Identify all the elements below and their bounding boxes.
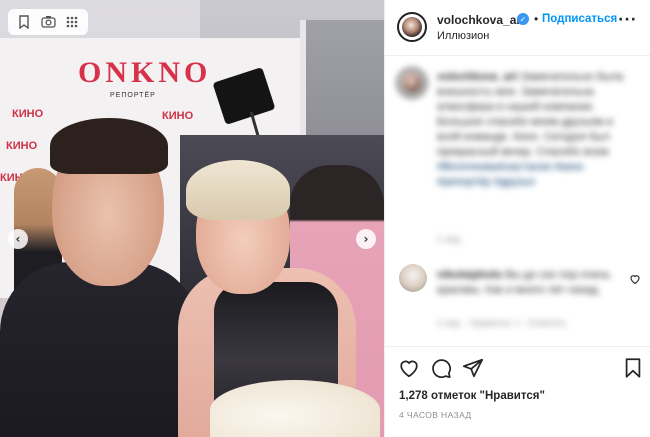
comment-like-heart-icon[interactable] (629, 272, 641, 290)
carousel-next-button[interactable]: › (356, 229, 376, 249)
press-wall-brand-logo: ONKNO (78, 56, 212, 89)
more-options-icon[interactable]: ··· (618, 12, 637, 28)
author-username[interactable]: volochkova_art (437, 13, 525, 27)
bouquet (210, 380, 380, 437)
woman-hair (186, 160, 290, 220)
verified-badge-icon: ✓ (517, 13, 529, 25)
man-hair (50, 118, 168, 174)
post-caption: volochkova_art Замечательно была внешнос… (437, 70, 629, 190)
header-separator: • (534, 12, 539, 26)
bookmark-icon[interactable] (15, 13, 33, 31)
follow-button[interactable]: Подписаться (542, 13, 617, 25)
post-photo[interactable]: ONKNO РЕПОРТЁР КИНО КИНО КИНО КИНО КИНО … (0, 0, 384, 437)
comments-section[interactable]: volochkova_art Замечательно была внешнос… (385, 56, 650, 346)
save-icon[interactable] (622, 357, 644, 379)
post-timestamp[interactable]: 4 ЧАСОВ НАЗАД (399, 410, 472, 420)
heart-icon[interactable] (398, 357, 420, 379)
author-avatar[interactable] (397, 12, 427, 42)
man-jacket (0, 262, 200, 437)
image-toolbar (8, 9, 88, 35)
caption-author-avatar[interactable] (397, 68, 427, 98)
comment: nikolaiphoto Вы до сих пор очень красивы… (437, 268, 617, 298)
comment-meta: 1 нед. · Нравится: 1 · Ответить (437, 318, 567, 328)
press-wall-logo: КИНО (12, 108, 44, 120)
chevron-left-icon: ‹ (15, 232, 21, 246)
post-actions: 1,278 отметок "Нравится" 4 ЧАСОВ НАЗАД (385, 346, 650, 437)
press-wall-brand-sub: РЕПОРТЁР (110, 92, 156, 99)
press-wall-logo: КИНО (6, 140, 38, 152)
commenter-avatar[interactable] (399, 264, 427, 292)
press-wall-logo: КИНО (162, 110, 194, 122)
caption-text: Замечательно была внешность моя. Замечат… (437, 71, 624, 158)
caption-author[interactable]: volochkova_art (437, 71, 518, 83)
caption-age: 1 нед. (437, 234, 463, 244)
visual-search-icon[interactable] (39, 13, 57, 31)
share-icon[interactable] (462, 357, 484, 379)
comment-icon[interactable] (430, 357, 452, 379)
post-header: volochkova_art ✓ • Подписаться Иллюзион … (385, 0, 650, 56)
carousel-prev-button[interactable]: ‹ (8, 229, 28, 249)
commenter-username[interactable]: nikolaiphoto (437, 269, 502, 281)
chevron-right-icon: › (363, 232, 369, 246)
post-location[interactable]: Иллюзион (437, 30, 489, 42)
post-sidebar: volochkova_art ✓ • Подписаться Иллюзион … (384, 0, 650, 437)
caption-tags[interactable]: #ВолочковаАнастасия #кино #репортёр #дру… (437, 161, 583, 188)
likes-count[interactable]: 1,278 отметок "Нравится" (399, 390, 545, 402)
grid-icon[interactable] (63, 13, 81, 31)
